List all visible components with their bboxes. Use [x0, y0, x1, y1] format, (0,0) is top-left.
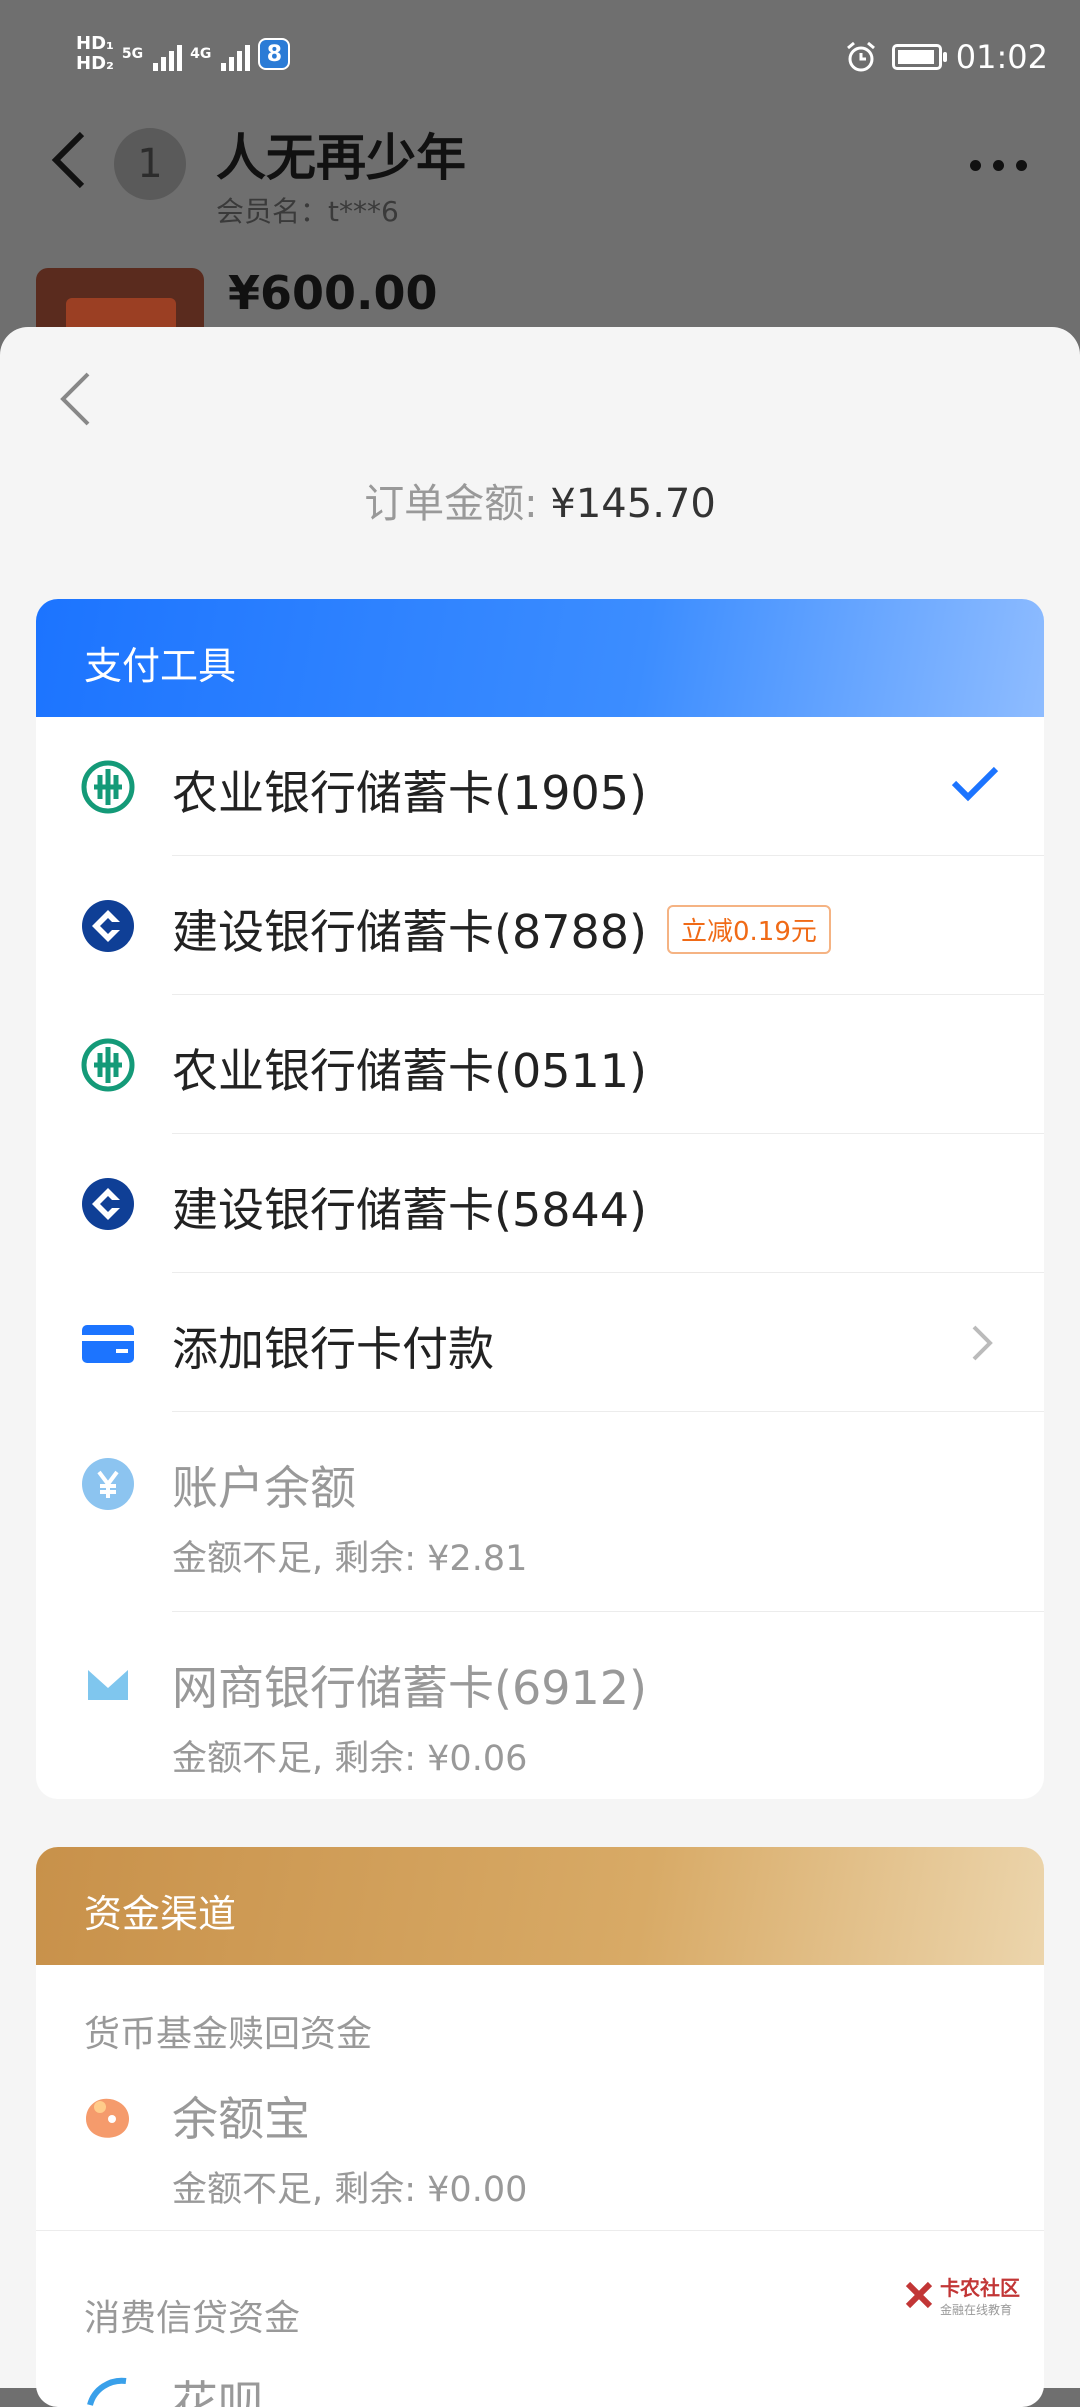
watermark-main: 卡农社区	[940, 2276, 1020, 2300]
add-bank-card-option[interactable]: 添加银行卡付款	[36, 1273, 1044, 1412]
huabei-label-partial: 花呗	[172, 2376, 264, 2407]
hd-indicator-2: HD₂	[76, 53, 114, 74]
watermark: 卡农社区 金融在线教育	[904, 2272, 1020, 2318]
status-bar: HD₁ HD₂ 5G 4G 8 01:02	[0, 0, 1080, 100]
signal-bars-icon-2	[221, 37, 251, 71]
mybank-icon	[86, 1666, 130, 1700]
hd-indicators: HD₁ HD₂	[76, 34, 114, 74]
payment-option-label: 账户余额	[172, 1461, 356, 1515]
consumer-credit-section-label: 消费信贷资金	[84, 2298, 301, 2339]
watermark-logo-icon	[905, 2281, 933, 2309]
checkmark-icon	[951, 766, 999, 802]
huabei-icon	[87, 2377, 127, 2406]
network-5g-label: 5G	[121, 46, 144, 62]
payment-tools-title: 支付工具	[84, 644, 237, 688]
order-amount-value: ¥145.70	[550, 481, 716, 527]
back-arrow-icon[interactable]	[50, 130, 90, 190]
payment-option-balance: 账户余额 金额不足, 剩余: ¥2.81	[36, 1412, 1044, 1612]
clock-time: 01:02	[955, 38, 1048, 76]
shop-title: 人无再少年	[216, 129, 466, 187]
ccb-bank-icon	[82, 900, 134, 952]
payment-tools-card: 支付工具 农业银行储蓄卡(1905) 建设银行储蓄卡(8788) 立减0.19元	[36, 599, 1044, 1799]
order-amount: 订单金额: ¥145.70	[0, 471, 1080, 529]
payment-option-label: 农业银行储蓄卡(1905)	[172, 766, 647, 820]
insufficient-balance-text: 金额不足, 剩余: ¥0.00	[172, 2170, 528, 2210]
payment-option-ccb-5844[interactable]: 建设银行储蓄卡(5844)	[36, 1134, 1044, 1273]
chevron-right-icon	[972, 1325, 993, 1361]
payment-option-text: 建设银行储蓄卡(8788)	[172, 905, 647, 959]
unread-count-badge: 1	[114, 128, 186, 200]
yuebao-option: 余额宝 金额不足, 剩余: ¥0.00	[36, 2059, 1044, 2259]
card-add-icon	[82, 1325, 134, 1363]
discount-tag: 立减0.19元	[666, 905, 831, 954]
product-price: ¥600.00	[228, 266, 438, 320]
battery-icon	[891, 44, 947, 70]
ccb-bank-icon	[82, 1178, 134, 1230]
more-options-icon[interactable]	[970, 160, 1027, 171]
funds-channel-card: 资金渠道 货币基金赎回资金 余额宝 金额不足, 剩余: ¥0.00 消费信贷资金…	[36, 1847, 1044, 2407]
yuan-balance-icon	[82, 1458, 134, 1510]
payment-option-label: 建设银行储蓄卡(5844)	[172, 1183, 647, 1237]
money-fund-section-label: 货币基金赎回资金	[84, 2014, 373, 2055]
payment-option-abc-0511[interactable]: 农业银行储蓄卡(0511)	[36, 995, 1044, 1134]
network-4g-label: 4G	[190, 46, 212, 62]
abc-bank-icon	[81, 1038, 135, 1092]
watermark-sub: 金融在线教育	[940, 2303, 1013, 2317]
payment-option-label: 建设银行储蓄卡(8788) 立减0.19元	[172, 896, 831, 962]
status-right: 01:02	[844, 38, 1048, 76]
funds-channel-header: 资金渠道	[36, 1847, 1044, 1965]
payment-tools-header: 支付工具	[36, 599, 1044, 717]
payment-option-label: 网商银行储蓄卡(6912)	[172, 1661, 647, 1715]
yuebao-label: 余额宝	[172, 2092, 310, 2146]
payment-option-ccb-8788[interactable]: 建设银行储蓄卡(8788) 立减0.19元	[36, 856, 1044, 995]
hd-indicator-1: HD₁	[76, 33, 114, 54]
app-notification-icon: 8	[258, 38, 291, 70]
alarm-icon	[846, 41, 875, 72]
funds-channel-title: 资金渠道	[84, 1892, 237, 1936]
divider	[36, 2230, 1044, 2231]
payment-option-mybank-6912: 网商银行储蓄卡(6912) 金额不足, 剩余: ¥0.06	[36, 1612, 1044, 1799]
insufficient-balance-text: 金额不足, 剩余: ¥0.06	[172, 1739, 528, 1779]
payment-option-label: 添加银行卡付款	[172, 1322, 494, 1376]
yuebao-icon	[86, 2098, 130, 2138]
member-name: 会员名：t***6	[216, 195, 399, 228]
sheet-back-icon[interactable]	[58, 371, 92, 427]
payment-option-abc-1905[interactable]: 农业银行储蓄卡(1905)	[36, 717, 1044, 856]
signal-bars-icon	[153, 37, 183, 71]
abc-bank-icon	[81, 760, 135, 814]
payment-sheet: 订单金额: ¥145.70 支付工具 农业银行储蓄卡(1905) 建设银行储蓄卡…	[0, 327, 1080, 2407]
payment-option-label: 农业银行储蓄卡(0511)	[172, 1044, 647, 1098]
status-left: HD₁ HD₂ 5G 4G 8	[76, 34, 291, 74]
order-amount-label: 订单金额:	[364, 481, 551, 527]
insufficient-balance-text: 金额不足, 剩余: ¥2.81	[172, 1539, 528, 1579]
